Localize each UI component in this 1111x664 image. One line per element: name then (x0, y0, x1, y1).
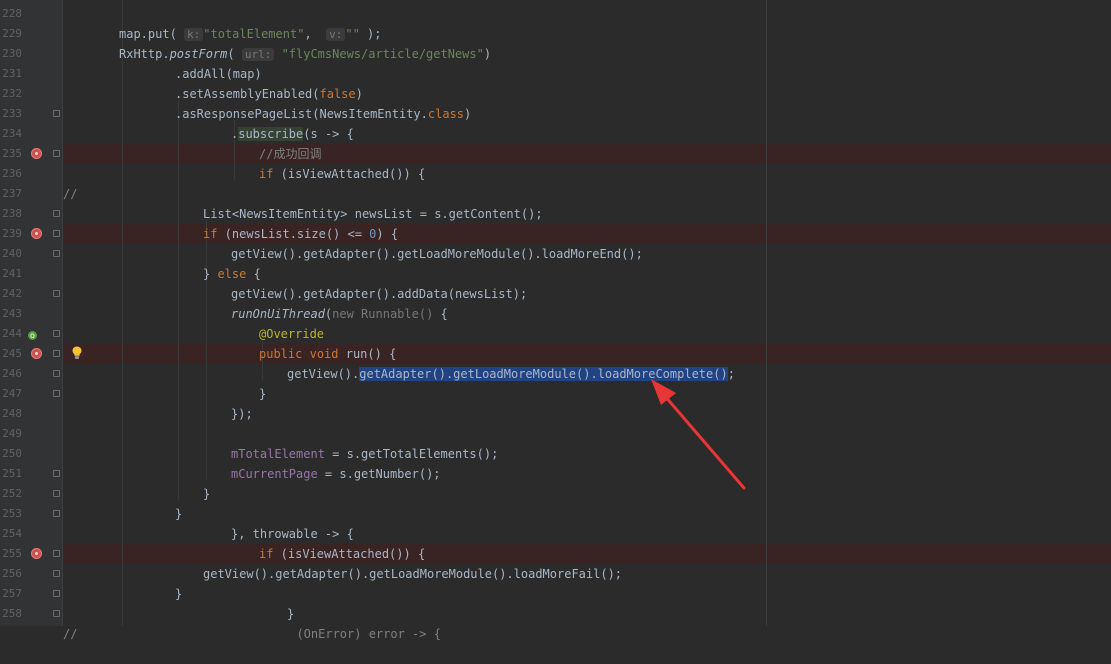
red-arrow-annotation (651, 379, 746, 490)
